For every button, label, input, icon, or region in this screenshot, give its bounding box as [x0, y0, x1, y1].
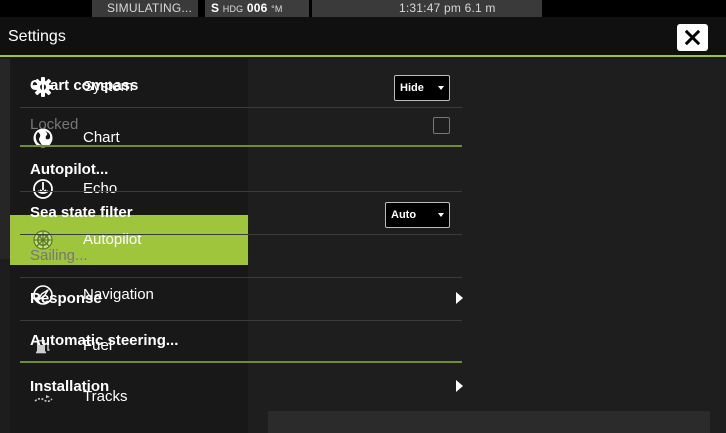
- response-label: Response: [30, 290, 102, 307]
- chart-compass-select[interactable]: Hide: [394, 75, 450, 101]
- chevron-right-icon: [456, 292, 463, 304]
- time-depth-readout: 1:31:47 pm 6.1 m: [312, 0, 542, 17]
- heading-label: HDG: [222, 4, 244, 14]
- title-bar: Settings: [0, 17, 726, 57]
- page-title: Settings: [8, 28, 66, 45]
- installation-label: Installation: [30, 378, 110, 395]
- chevron-right-icon: [456, 380, 463, 392]
- heading-readout: S HDG 006 °M: [205, 0, 309, 17]
- panel-footer: [268, 411, 710, 433]
- sidebar-scroll-track[interactable]: [0, 59, 10, 259]
- setting-row-automatic-steering[interactable]: Automatic steering...: [20, 320, 462, 363]
- heading-unit: °M: [271, 4, 283, 14]
- locked-label: Locked: [30, 116, 79, 133]
- chevron-down-icon: [438, 213, 444, 217]
- autopilot-dialog-label: Autopilot...: [30, 161, 109, 178]
- status-bar: SIMULATING... S HDG 006 °M 1:31:47 pm 6.…: [0, 0, 726, 17]
- sailing-label: Sailing...: [30, 247, 88, 264]
- setting-row-chart-compass: Chart compass Hide: [20, 65, 462, 108]
- chart-compass-label: Chart compass: [30, 77, 139, 94]
- setting-row-response[interactable]: Response: [20, 278, 463, 321]
- locked-checkbox[interactable]: [433, 117, 450, 134]
- sea-state-filter-select[interactable]: Auto: [385, 202, 450, 228]
- sea-state-filter-value: Auto: [391, 209, 417, 221]
- setting-row-locked: Locked: [20, 104, 462, 147]
- setting-row-autopilot[interactable]: Autopilot...: [20, 149, 462, 192]
- close-button[interactable]: [677, 24, 708, 51]
- close-icon: [685, 30, 700, 45]
- setting-row-installation[interactable]: Installation: [20, 366, 463, 409]
- simulating-indicator: SIMULATING...: [92, 0, 198, 17]
- setting-row-sailing: Sailing...: [20, 235, 462, 278]
- chevron-down-icon: [438, 86, 444, 90]
- heading-value: 006: [246, 1, 268, 15]
- sea-state-filter-label: Sea state filter: [30, 204, 133, 221]
- heading-reference: S: [211, 1, 220, 15]
- setting-row-sea-state-filter: Sea state filter Auto: [20, 192, 462, 235]
- sidebar-scroll-track-lower: [0, 259, 10, 433]
- chart-compass-value: Hide: [400, 82, 424, 94]
- automatic-steering-label: Automatic steering...: [30, 332, 179, 349]
